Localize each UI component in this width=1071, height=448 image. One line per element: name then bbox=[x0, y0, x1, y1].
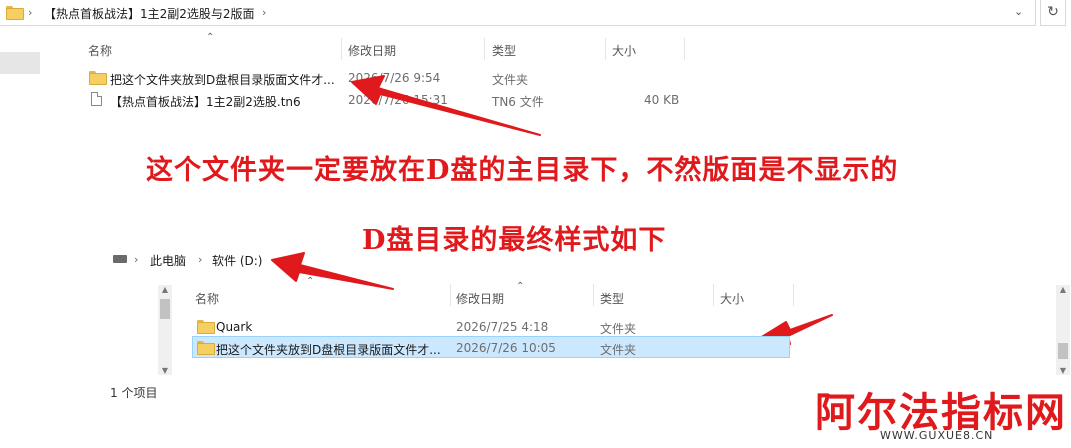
content-scrollbar[interactable]: ▲ ▼ bbox=[1056, 285, 1070, 375]
bottom-column-type[interactable]: 类型 bbox=[600, 290, 624, 307]
row-modified: 2026/7/25 4:18 bbox=[456, 320, 549, 334]
bottom-column-name[interactable]: 名称 bbox=[195, 290, 219, 307]
chevron-right-icon: › bbox=[134, 253, 139, 266]
sort-ascending-icon: ⌃ bbox=[306, 276, 315, 287]
column-divider[interactable] bbox=[793, 284, 794, 306]
drive-icon bbox=[113, 255, 127, 263]
bottom-column-modified[interactable]: 修改日期 bbox=[456, 290, 504, 307]
scrollbar-thumb[interactable] bbox=[160, 299, 170, 319]
column-divider[interactable] bbox=[450, 284, 451, 306]
bottom-column-size[interactable]: 大小 bbox=[720, 290, 744, 307]
row-name: 把这个文件夹放到D盘根目录版面文件才... bbox=[216, 343, 441, 357]
bottom-breadcrumb-drive[interactable]: 软件 (D:) bbox=[212, 252, 262, 269]
nav-scrollbar[interactable]: ▲ ▼ bbox=[158, 285, 172, 375]
arrow-to-folder bbox=[351, 75, 541, 136]
scroll-down-icon[interactable]: ▼ bbox=[158, 366, 172, 375]
sort-indicator-icon: ⌃ bbox=[516, 281, 525, 292]
status-bar-count: 1 个项目 bbox=[110, 386, 158, 400]
row-name: Quark bbox=[216, 320, 253, 334]
scroll-up-icon[interactable]: ▲ bbox=[1056, 285, 1070, 294]
row-type: 文件夹 bbox=[600, 322, 637, 336]
scroll-down-icon[interactable]: ▼ bbox=[1056, 366, 1070, 375]
folder-icon bbox=[197, 320, 215, 334]
row-type: 文件夹 bbox=[600, 343, 637, 357]
column-divider[interactable] bbox=[593, 284, 594, 306]
watermark-url: WWW.GUXUE8.CN bbox=[880, 429, 994, 442]
bottom-breadcrumb-pc[interactable]: 此电脑 bbox=[150, 252, 186, 269]
scrollbar-thumb[interactable] bbox=[1058, 343, 1068, 359]
column-divider[interactable] bbox=[713, 284, 714, 306]
row-modified: 2026/7/26 10:05 bbox=[456, 341, 556, 355]
chevron-right-icon: › bbox=[198, 253, 203, 266]
arrow-to-drive bbox=[271, 252, 394, 290]
scroll-up-icon[interactable]: ▲ bbox=[158, 285, 172, 294]
folder-icon bbox=[197, 341, 215, 355]
